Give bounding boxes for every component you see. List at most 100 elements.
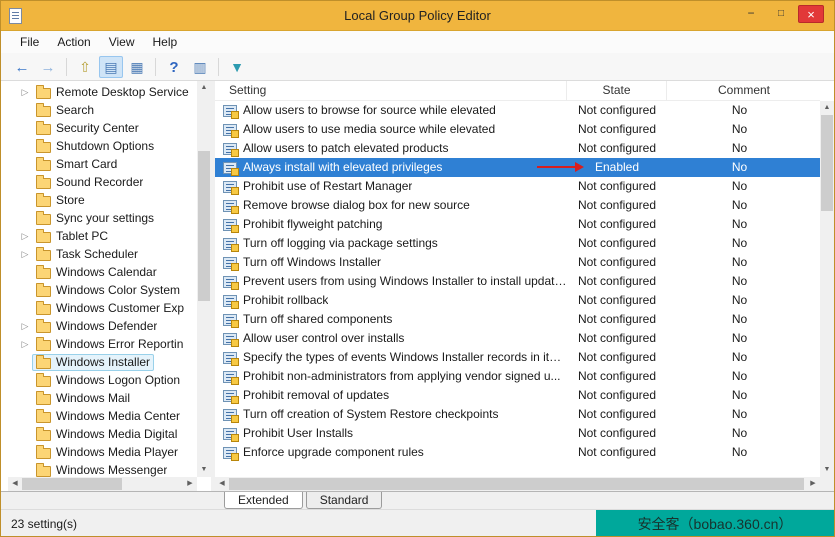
settings-row[interactable]: Prohibit non-administrators from applyin… <box>215 367 820 386</box>
expand-arrow-icon[interactable]: ▷ <box>18 83 32 101</box>
tree-item[interactable]: Windows Logon Option <box>8 371 197 389</box>
settings-row[interactable]: Always install with elevated privilegesE… <box>215 158 820 177</box>
list-vertical-scrollbar[interactable]: ▲ ▼ <box>820 101 834 477</box>
menu-bar: FileActionViewHelp <box>1 31 834 53</box>
forward-icon[interactable]: → <box>36 56 60 78</box>
tree-item[interactable]: ▷Remote Desktop Service <box>8 83 197 101</box>
setting-comment: No <box>667 120 812 139</box>
setting-comment: No <box>667 386 812 405</box>
scrollbar-thumb[interactable] <box>22 478 122 490</box>
tree-item[interactable]: Windows Color System <box>8 281 197 299</box>
settings-row[interactable]: Allow users to use media source while el… <box>215 120 820 139</box>
settings-row[interactable]: Allow users to patch elevated productsNo… <box>215 139 820 158</box>
minimize-button[interactable]: − <box>738 5 764 23</box>
expand-arrow-icon[interactable]: ▷ <box>18 317 32 335</box>
tree-horizontal-scrollbar[interactable]: ◀ ▶ <box>8 477 197 491</box>
tree-item-label: Windows Customer Exp <box>56 299 184 317</box>
console-tree-icon[interactable]: ▤ <box>99 56 123 78</box>
folder-icon <box>36 88 51 99</box>
tree-item[interactable]: Security Center <box>8 119 197 137</box>
scroll-left-button[interactable]: ◀ <box>8 477 22 491</box>
up-one-level-icon[interactable]: ⇧ <box>73 56 97 78</box>
scroll-down-button[interactable]: ▼ <box>197 463 211 477</box>
setting-comment: No <box>667 158 812 177</box>
expand-arrow-icon[interactable]: ▷ <box>18 245 32 263</box>
column-header-state[interactable]: State <box>567 81 667 101</box>
setting-state: Not configured <box>567 367 667 386</box>
list-horizontal-scrollbar[interactable]: ◀ ▶ <box>215 477 820 491</box>
tree-item-content: Windows Calendar <box>32 264 161 281</box>
settings-row[interactable]: Prohibit User InstallsNot configuredNo <box>215 424 820 443</box>
tree-item[interactable]: Windows Calendar <box>8 263 197 281</box>
filter-icon[interactable]: ▼ <box>225 56 249 78</box>
tree-item[interactable]: ▷Task Scheduler <box>8 245 197 263</box>
tree-item-label: Windows Media Player <box>56 443 178 461</box>
action-pane-icon[interactable]: ▥ <box>188 56 212 78</box>
settings-row[interactable]: Prevent users from using Windows Install… <box>215 272 820 291</box>
settings-row[interactable]: Allow users to browse for source while e… <box>215 101 820 120</box>
settings-row[interactable]: Remove browse dialog box for new sourceN… <box>215 196 820 215</box>
scroll-up-button[interactable]: ▲ <box>197 81 211 95</box>
folder-icon <box>36 142 51 153</box>
scroll-down-button[interactable]: ▼ <box>820 463 834 477</box>
tree-item[interactable]: Windows Customer Exp <box>8 299 197 317</box>
scroll-right-button[interactable]: ▶ <box>806 477 820 491</box>
tree-item[interactable]: Windows Media Player <box>8 443 197 461</box>
settings-row[interactable]: Turn off shared componentsNot configured… <box>215 310 820 329</box>
tree-item[interactable]: Sync your settings <box>8 209 197 227</box>
settings-row[interactable]: Turn off Windows InstallerNot configured… <box>215 253 820 272</box>
settings-row[interactable]: Prohibit removal of updatesNot configure… <box>215 386 820 405</box>
setting-state: Not configured <box>567 253 667 272</box>
back-icon[interactable]: ← <box>10 56 34 78</box>
tree-item[interactable]: Search <box>8 101 197 119</box>
column-header-setting[interactable]: Setting <box>215 81 567 101</box>
settings-row[interactable]: Allow user control over installsNot conf… <box>215 329 820 348</box>
close-button[interactable]: × <box>798 5 824 23</box>
folder-icon <box>36 466 51 477</box>
scroll-up-button[interactable]: ▲ <box>820 101 834 115</box>
settings-row[interactable]: Enforce upgrade component rulesNot confi… <box>215 443 820 462</box>
scrollbar-thumb[interactable] <box>198 151 210 301</box>
column-header-comment[interactable]: Comment <box>667 81 812 101</box>
settings-list-panel: Setting State Comment Allow users to bro… <box>215 81 834 491</box>
tree-item[interactable]: Windows Media Digital <box>8 425 197 443</box>
tree-item[interactable]: Sound Recorder <box>8 173 197 191</box>
help-icon[interactable]: ? <box>162 56 186 78</box>
menu-item-help[interactable]: Help <box>144 31 187 53</box>
scrollbar-thumb[interactable] <box>821 115 833 211</box>
settings-row[interactable]: Turn off creation of System Restore chec… <box>215 405 820 424</box>
tree-item[interactable]: Shutdown Options <box>8 137 197 155</box>
tree-item[interactable]: Windows Installer <box>8 353 197 371</box>
tree-item[interactable]: ▷Windows Error Reportin <box>8 335 197 353</box>
tab-standard[interactable]: Standard <box>306 492 383 509</box>
tree-item[interactable]: Windows Mail <box>8 389 197 407</box>
scroll-left-button[interactable]: ◀ <box>215 477 229 491</box>
settings-row[interactable]: Prohibit use of Restart ManagerNot confi… <box>215 177 820 196</box>
settings-row[interactable]: Prohibit flyweight patchingNot configure… <box>215 215 820 234</box>
maximize-button[interactable]: □ <box>768 5 794 23</box>
settings-row[interactable]: Specify the types of events Windows Inst… <box>215 348 820 367</box>
tree-vertical-scrollbar[interactable]: ▲ ▼ <box>197 81 211 477</box>
tree-item-label: Security Center <box>56 119 139 137</box>
menu-item-action[interactable]: Action <box>48 31 99 53</box>
window-title: Local Group Policy Editor <box>1 1 834 31</box>
scrollbar-thumb[interactable] <box>229 478 804 490</box>
tree-item[interactable]: ▷Tablet PC <box>8 227 197 245</box>
tab-extended[interactable]: Extended <box>224 492 303 509</box>
tree-item[interactable]: ▷Windows Defender <box>8 317 197 335</box>
menu-item-file[interactable]: File <box>11 31 48 53</box>
setting-name-cell: Prohibit flyweight patching <box>215 215 567 234</box>
export-list-icon[interactable]: ▦ <box>125 56 149 78</box>
settings-row[interactable]: Prohibit rollbackNot configuredNo <box>215 291 820 310</box>
settings-row[interactable]: Turn off logging via package settingsNot… <box>215 234 820 253</box>
policy-setting-icon <box>223 143 237 155</box>
setting-comment: No <box>667 348 812 367</box>
expand-arrow-icon[interactable]: ▷ <box>18 335 32 353</box>
tree-item[interactable]: Store <box>8 191 197 209</box>
status-setting-count: 23 setting(s) <box>11 510 77 537</box>
expand-arrow-icon[interactable]: ▷ <box>18 227 32 245</box>
menu-item-view[interactable]: View <box>100 31 144 53</box>
tree-item[interactable]: Smart Card <box>8 155 197 173</box>
tree-item[interactable]: Windows Media Center <box>8 407 197 425</box>
scroll-right-button[interactable]: ▶ <box>183 477 197 491</box>
